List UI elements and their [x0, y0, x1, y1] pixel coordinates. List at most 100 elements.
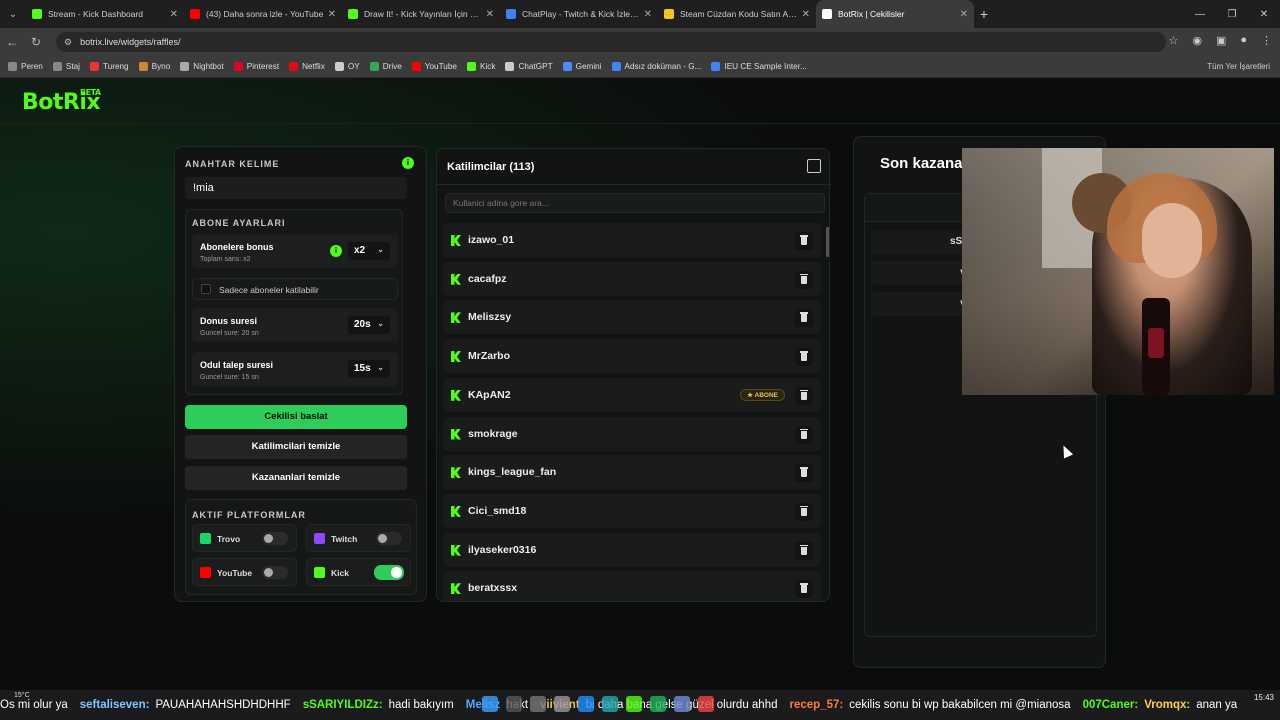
- windows-start-icon[interactable]: [482, 696, 498, 712]
- claim-duration-title: Odul talep suresi: [200, 360, 274, 370]
- browser-tab[interactable]: (43) Daha sonra izle - YouTube ✕: [184, 0, 342, 28]
- chevron-down-icon: ⌄: [377, 319, 384, 328]
- bookmark-item[interactable]: Kick: [466, 62, 495, 71]
- close-tab-icon[interactable]: ✕: [486, 9, 494, 20]
- minimize-icon[interactable]: —: [1184, 9, 1216, 20]
- restore-icon[interactable]: ❐: [1216, 9, 1248, 20]
- bookmark-item[interactable]: Tureng: [89, 62, 129, 71]
- bookmark-item[interactable]: Gemini: [562, 62, 602, 71]
- delete-icon[interactable]: [795, 502, 813, 521]
- system-tray-clock[interactable]: 15:43: [1254, 692, 1274, 704]
- app-icon[interactable]: [602, 696, 618, 712]
- delete-icon[interactable]: [795, 580, 813, 599]
- close-window-icon[interactable]: ✕: [1248, 9, 1280, 20]
- close-tab-icon[interactable]: ✕: [328, 9, 336, 20]
- botrix-logo[interactable]: BotRix BETA: [22, 88, 101, 115]
- url-text: botrix.live/widgets/raffles/: [80, 37, 181, 47]
- bookmark-item[interactable]: YouTube: [411, 62, 457, 71]
- bookmark-item[interactable]: Adsız doküman - G...: [611, 62, 701, 71]
- bookmark-icon: [89, 62, 99, 71]
- tab-favicon-icon: [190, 9, 200, 19]
- delete-icon[interactable]: [795, 232, 813, 250]
- profile-avatar[interactable]: ●: [1240, 34, 1247, 47]
- close-tab-icon[interactable]: ✕: [170, 9, 178, 20]
- browser-tab[interactable]: Draw It! - Kick Yayınları İçin Çizi ✕: [342, 0, 500, 28]
- claim-duration-select[interactable]: 15s ⌄: [348, 360, 390, 378]
- bookmark-item[interactable]: Drive: [369, 62, 402, 71]
- search-icon[interactable]: [506, 696, 522, 712]
- tab-favicon-icon: [664, 9, 674, 19]
- close-tab-icon[interactable]: ✕: [802, 9, 810, 20]
- bookmark-item[interactable]: IEU CE Sample Inter...: [711, 62, 807, 71]
- taskbar: 15°C Os mi olur ya seftaliseven: PAUAHAHAH…: [0, 690, 1280, 720]
- participants-panel: Katilimcilar (113) Kullanici adina gore …: [436, 148, 831, 602]
- clear-participants-button[interactable]: Katilimcilari temizle: [185, 435, 407, 459]
- new-tab-button[interactable]: +: [974, 6, 994, 22]
- browser-tab[interactable]: Stream - Kick Dashboard ✕: [26, 0, 184, 28]
- delete-icon[interactable]: [795, 464, 813, 483]
- delete-icon[interactable]: [795, 541, 813, 560]
- start-raffle-button[interactable]: Cekilisi baslat: [185, 405, 407, 429]
- close-tab-icon[interactable]: ✕: [644, 9, 652, 20]
- platform-toggle[interactable]: [262, 566, 288, 579]
- delete-icon[interactable]: [795, 270, 813, 289]
- bookmark-item[interactable]: Nightbot: [180, 62, 224, 71]
- chat-username: sSARIYILDIZz:: [302, 699, 383, 711]
- browser-menu-icon[interactable]: ⋮: [1261, 34, 1272, 47]
- discord-icon[interactable]: [674, 696, 690, 712]
- chrome-icon[interactable]: [698, 696, 714, 712]
- sub-bonus-select[interactable]: x2 ⌄: [348, 242, 390, 260]
- delete-icon[interactable]: [795, 309, 813, 328]
- mail-icon[interactable]: [554, 696, 570, 712]
- browser-tab[interactable]: ChatPlay - Twitch & Kick İzleyic ✕: [500, 0, 658, 28]
- info-icon[interactable]: i: [402, 157, 414, 169]
- close-tab-icon[interactable]: ✕: [960, 9, 968, 20]
- delete-icon[interactable]: [795, 348, 813, 367]
- sub-bonus-title: Abonelere bonus: [200, 242, 274, 252]
- participant-search-input[interactable]: Kullanici adina gore ara...: [445, 193, 825, 213]
- tab-title: BotRix | Cekilisler: [838, 9, 905, 19]
- keyword-input[interactable]: !mia: [185, 177, 407, 199]
- participant-row: KApAN2 ★ ABONE: [443, 377, 821, 412]
- back-icon[interactable]: ←: [0, 35, 24, 49]
- telegram-icon[interactable]: [578, 696, 594, 712]
- browser-tab[interactable]: BotRix | Cekilisler ✕: [816, 0, 974, 28]
- active-platforms-title: AKTIF PLATFORMLAR: [192, 510, 306, 520]
- bookmark-item[interactable]: Pinterest: [233, 62, 279, 71]
- platform-toggle[interactable]: [374, 565, 404, 580]
- platform-toggle[interactable]: [376, 532, 402, 545]
- bookmark-item[interactable]: Staj: [52, 62, 80, 71]
- platform-toggle[interactable]: [262, 532, 288, 545]
- tab-favicon-icon: [32, 9, 42, 19]
- spotify-icon[interactable]: [650, 696, 666, 712]
- bookmark-star-icon[interactable]: ☆: [1168, 34, 1178, 47]
- site-info-icon[interactable]: ⚙: [64, 37, 72, 48]
- extensions-puzzle-icon[interactable]: ▣: [1216, 34, 1226, 47]
- kick-taskbar-icon[interactable]: [626, 696, 642, 712]
- tab-search-icon[interactable]: ⌄: [0, 0, 26, 28]
- task-view-icon[interactable]: [530, 696, 546, 712]
- bookmark-icon: [138, 62, 148, 71]
- chevron-down-icon: ⌄: [377, 245, 384, 254]
- sub-only-row[interactable]: Sadece aboneler katilabilir: [192, 278, 398, 300]
- bookmark-item[interactable]: OY: [334, 62, 360, 71]
- copy-icon[interactable]: [807, 159, 821, 173]
- participant-list-scrollbar[interactable]: [826, 227, 829, 257]
- browser-tab[interactable]: Steam Cüzdan Kodu Satın Al (C ✕: [658, 0, 816, 28]
- bookmark-item[interactable]: Peren: [8, 62, 43, 71]
- bookmark-item[interactable]: ChatGPT: [505, 62, 553, 71]
- kick-icon: [451, 351, 461, 363]
- clear-winners-button[interactable]: Kazananlari temizle: [185, 466, 407, 490]
- spin-duration-select[interactable]: 20s ⌄: [348, 316, 390, 334]
- all-bookmarks[interactable]: Tüm Yer İşaretleri: [1207, 62, 1270, 71]
- subscriber-settings: ABONE AYARLARI Abonelere bonus Toplam sa…: [185, 209, 403, 395]
- delete-icon[interactable]: [795, 425, 813, 444]
- sub-only-checkbox[interactable]: [201, 284, 211, 294]
- bookmark-item[interactable]: Byno: [138, 62, 170, 71]
- extension-icon[interactable]: ◉: [1192, 34, 1202, 47]
- bookmark-item[interactable]: Netflix: [289, 62, 325, 71]
- sub-bonus-info-icon[interactable]: i: [330, 245, 342, 257]
- url-bar[interactable]: ⚙ botrix.live/widgets/raffles/: [56, 32, 1166, 52]
- reload-icon[interactable]: ↻: [24, 35, 48, 49]
- delete-icon[interactable]: [795, 386, 813, 405]
